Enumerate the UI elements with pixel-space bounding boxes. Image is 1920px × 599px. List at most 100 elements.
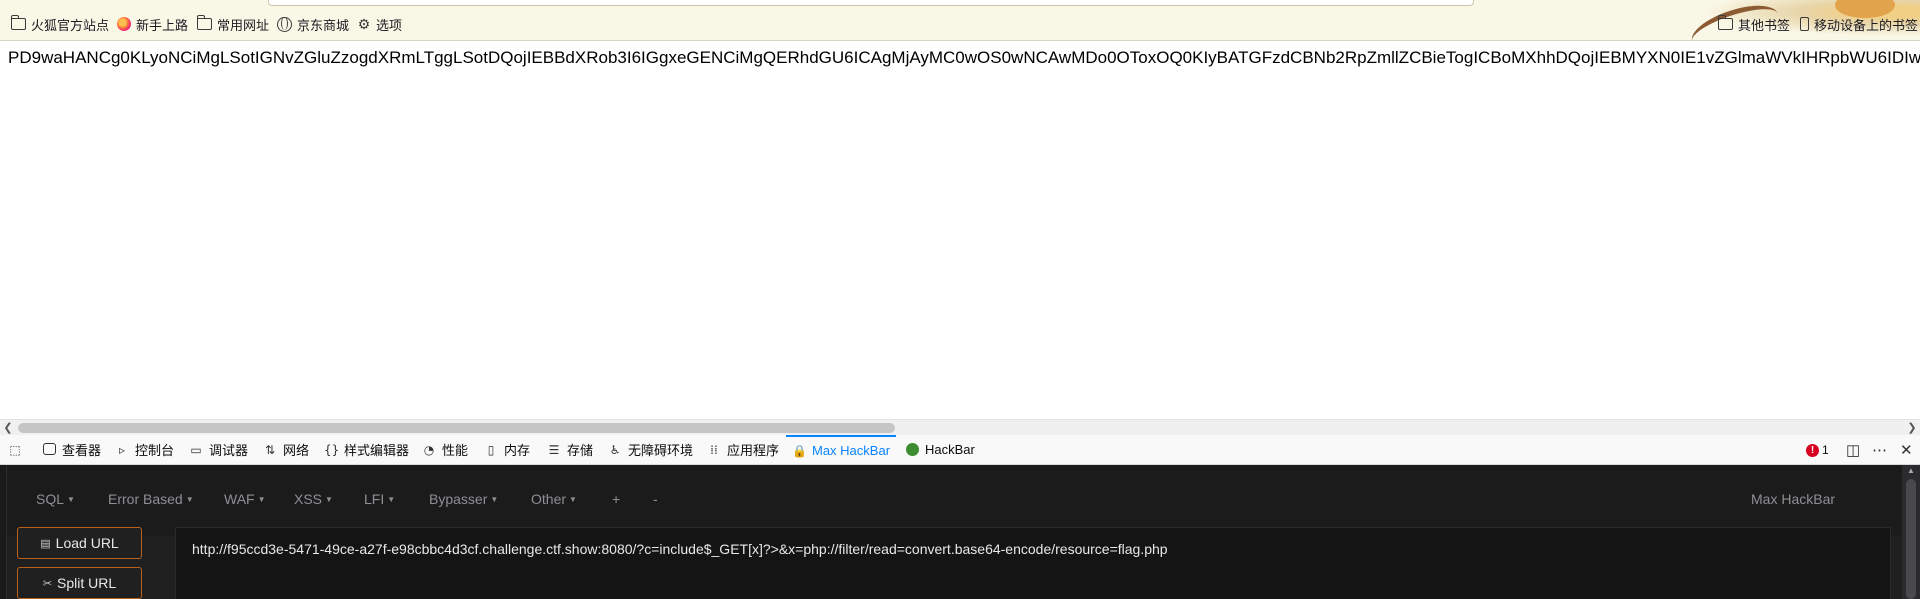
tab-style-editor[interactable]: {} 样式编辑器 [324,435,409,464]
caret-down-icon: ▼ [257,495,266,504]
menu-waf[interactable]: WAF ▼ [224,491,266,507]
console-icon: ▹ [118,442,126,457]
tab-console[interactable]: ▹ 控制台 [115,435,174,464]
menu-bypasser[interactable]: Bypasser ▼ [429,491,498,507]
scrollbar-thumb[interactable] [1906,479,1916,599]
menu-add[interactable]: + [612,491,620,507]
bookmark-mobile[interactable]: 移动设备上的书签 [1800,14,1918,34]
button-label: Load URL [55,535,119,551]
split-url-button[interactable]: ✂ Split URL [17,567,142,599]
tab-label: 内存 [504,443,531,458]
dock-side-icon[interactable]: ◫ [1846,441,1860,459]
bookmark-getting-started[interactable]: 新手上路 [117,14,188,34]
menu-xss[interactable]: XSS ▼ [294,491,333,507]
close-devtools-icon[interactable]: ✕ [1900,441,1913,459]
menu-sql[interactable]: SQL ▼ [36,491,75,507]
hackbar-brand: Max HackBar [1751,491,1836,507]
caret-down-icon: ▼ [185,495,194,504]
button-label: Split URL [57,575,117,591]
menu-remove[interactable]: - [653,491,658,507]
page-base64-content: PD9waHANCg0KLyoNCiMgLSotIGNvZGluZzogdXRm… [8,48,1920,67]
horizontal-scrollbar[interactable]: ❮ ❯ [0,419,1920,436]
tab-label: 存储 [567,443,594,458]
folder-icon [196,15,212,30]
menu-other[interactable]: Other ▼ [531,491,577,507]
load-icon: ▤ [40,537,51,550]
bookmark-common-sites[interactable]: 常用网址 [196,14,270,34]
menu-label: SQL [36,491,65,507]
scrollbar-thumb[interactable] [18,423,895,433]
tab-storage[interactable]: ☰ 存储 [547,435,593,464]
scroll-up-arrow-icon[interactable]: ▲ [1902,465,1920,477]
tab-accessibility[interactable]: ♿ 无障碍环境 [608,435,693,464]
hackbar-body: ▤ Load URL ✂ Split URL http://f95ccd3e-5… [7,527,1903,599]
phone-icon [1800,17,1809,31]
bookmarks-toolbar: 火狐官方站点 新手上路 常用网址 京东商城 ⚙ 选项 其他书签 移动设备上的书签 [0,0,1920,41]
caret-down-icon: ▼ [325,495,333,504]
tab-label: 性能 [442,443,469,458]
menu-error-based[interactable]: Error Based ▼ [108,491,194,507]
hackbar-menu: SQL ▼ Error Based ▼ WAF ▼ XSS ▼ LFI ▼ Bypasse… [7,465,1903,536]
hackbar-container: SQL ▼ Error Based ▼ WAF ▼ XSS ▼ LFI ▼ Bypasse… [6,465,1904,599]
tab-label: 查看器 [62,443,102,458]
tab-memory[interactable]: ▯ 内存 [484,435,530,464]
bookmark-jd-mall[interactable]: 京东商城 [277,14,349,34]
style-editor-icon: {} [324,442,340,457]
menu-label: Bypasser [429,491,488,507]
tab-max-hackbar[interactable]: 🔒 Max HackBar [786,435,897,464]
tab-debugger[interactable]: ▭ 调试器 [189,435,248,464]
hackbar-globe-icon [906,443,919,456]
tab-application[interactable]: ⁞⁞ 应用程序 [707,435,779,464]
menu-label: LFI [364,491,385,507]
globe-icon [277,16,292,32]
bookmark-label: 火狐官方站点 [31,17,110,33]
menu-lfi[interactable]: LFI ▼ [364,491,395,507]
caret-down-icon: ▼ [67,495,75,504]
url-bar-edge[interactable] [268,0,1474,6]
menu-label: Error Based [108,491,183,507]
error-count: 1 [1822,443,1829,457]
menu-label: XSS [294,491,323,507]
tab-hackbar[interactable]: HackBar [906,435,975,464]
error-icon: ! [1806,443,1819,457]
tab-network[interactable]: ⇅ 网络 [263,435,309,464]
bookmark-options[interactable]: ⚙ 选项 [357,14,402,34]
hackbar-vertical-scrollbar[interactable]: ▲ [1902,465,1920,599]
storage-icon: ☰ [548,442,560,457]
performance-icon: ◔ [423,442,435,457]
application-icon: ⁞⁞ [710,442,718,457]
error-count-badge[interactable]: ! 1 [1806,443,1829,457]
menu-label: WAF [224,491,255,507]
hackbar-panel: SQL ▼ Error Based ▼ WAF ▼ XSS ▼ LFI ▼ Bypasse… [0,465,1920,599]
tab-inspector[interactable]: 查看器 [42,435,101,464]
scroll-left-arrow-icon[interactable]: ❮ [0,420,16,436]
caret-down-icon: ▼ [490,495,499,504]
bookmark-label: 选项 [376,17,403,33]
bookmark-label: 京东商城 [297,17,350,33]
caret-down-icon: ▼ [569,495,577,504]
tab-label: HackBar [925,442,975,457]
folder-icon [10,15,26,30]
bookmark-label: 其他书签 [1738,17,1791,33]
firefox-icon [117,17,131,31]
debugger-icon: ▭ [190,442,202,457]
load-url-button[interactable]: ▤ Load URL [17,527,142,559]
tab-label: Max HackBar [812,443,891,458]
tab-performance[interactable]: ◔ 性能 [422,435,468,464]
tab-label: 调试器 [209,443,249,458]
caret-down-icon: ▼ [387,495,396,504]
tab-label: 控制台 [135,443,175,458]
tab-label: 网络 [283,443,310,458]
devtools-toolbar: ⬚ 查看器 ▹ 控制台 ▭ 调试器 ⇅ 网络 {} 样式编辑器 ◔ 性能 ▯ 内… [0,435,1920,465]
element-picker-button[interactable]: ⬚ [8,435,28,464]
bookmark-label: 新手上路 [136,17,189,33]
bookmark-other[interactable]: 其他书签 [1717,14,1791,34]
bookmark-label: 常用网址 [217,17,270,33]
inspector-icon [42,442,56,457]
url-input[interactable]: http://f95ccd3e-5471-49ce-a27f-e98cbbc4d… [175,527,1891,599]
hackbar-lock-icon: 🔒 [792,443,807,458]
scroll-right-arrow-icon[interactable]: ❯ [1904,420,1920,436]
more-options-icon[interactable]: ⋯ [1872,441,1887,459]
tab-label: 应用程序 [727,443,780,458]
bookmark-firefox-official[interactable]: 火狐官方站点 [10,14,110,34]
